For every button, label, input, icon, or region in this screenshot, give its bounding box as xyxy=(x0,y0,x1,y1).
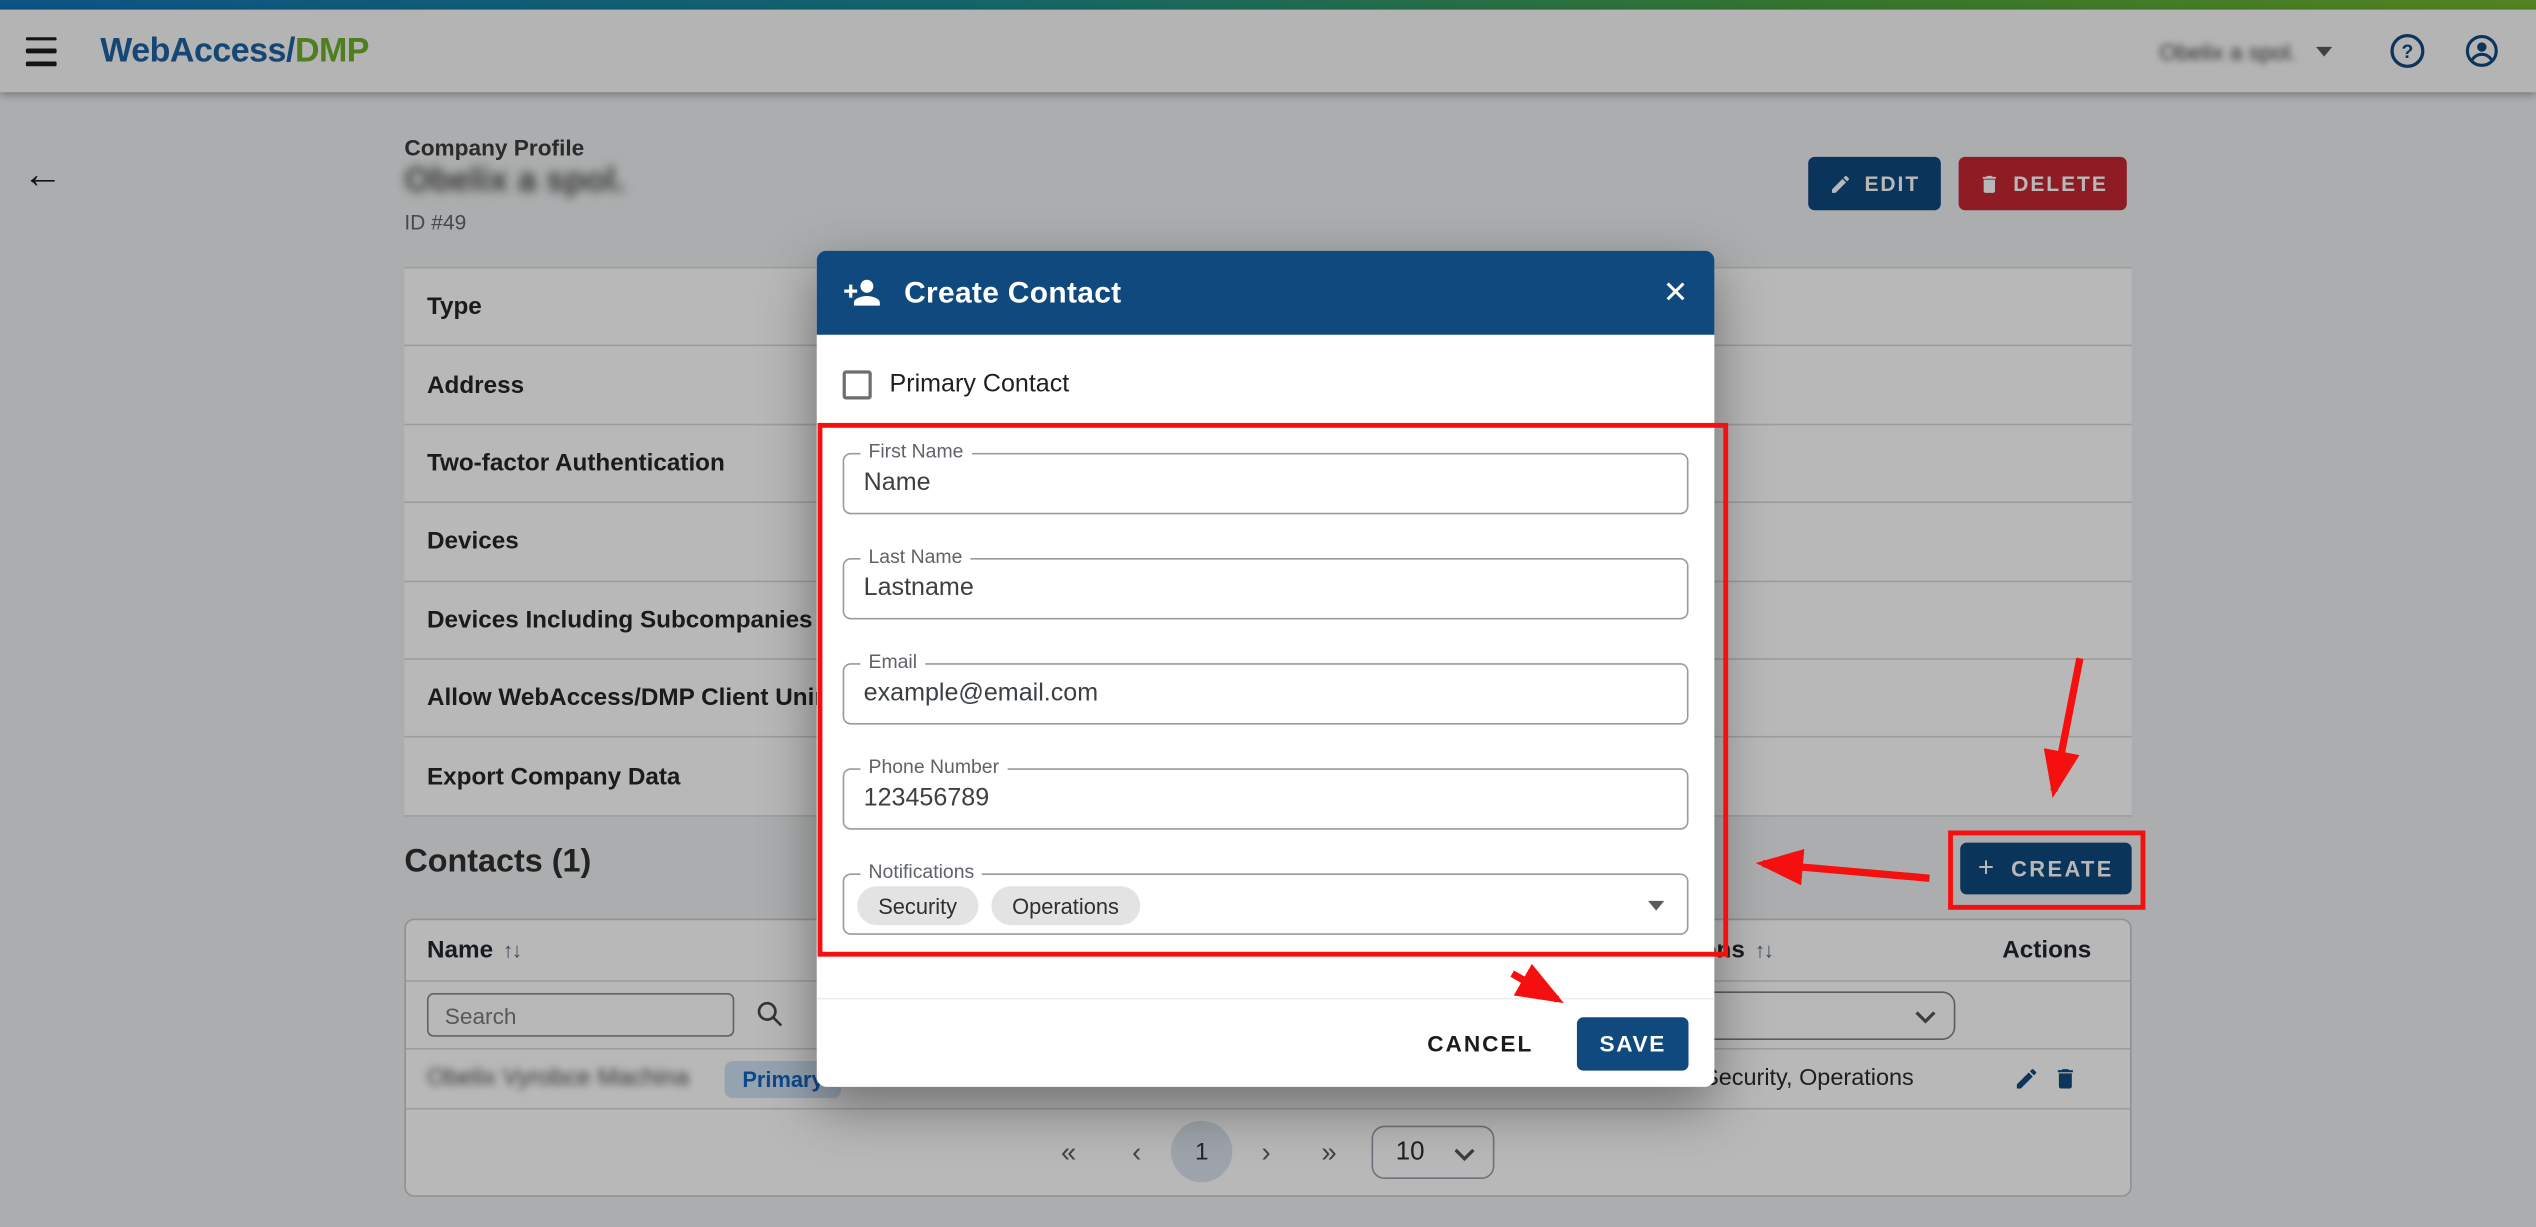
email-label: Email xyxy=(860,650,925,673)
phone-label: Phone Number xyxy=(860,755,1007,778)
modal-footer: CANCEL SAVE xyxy=(817,998,1715,1087)
notifications-field[interactable]: Notifications Security Operations xyxy=(843,873,1689,934)
modal-header: Create Contact ✕ xyxy=(817,251,1715,335)
email-value[interactable]: example@email.com xyxy=(844,665,1687,723)
close-button[interactable]: ✕ xyxy=(1663,277,1689,308)
last-name-value[interactable]: Lastname xyxy=(844,560,1687,618)
last-name-field[interactable]: Last Name Lastname xyxy=(843,558,1689,619)
first-name-field[interactable]: First Name Name xyxy=(843,453,1689,514)
phone-value[interactable]: 123456789 xyxy=(844,770,1687,828)
first-name-value[interactable]: Name xyxy=(844,454,1687,512)
dropdown-caret-icon[interactable] xyxy=(1648,901,1664,911)
create-contact-modal: Create Contact ✕ Primary Contact First N… xyxy=(817,251,1715,1087)
chip-security: Security xyxy=(857,886,978,925)
save-button[interactable]: SAVE xyxy=(1577,1017,1689,1070)
person-add-icon xyxy=(843,273,882,312)
last-name-label: Last Name xyxy=(860,545,970,568)
first-name-label: First Name xyxy=(860,440,971,463)
primary-contact-label: Primary Contact xyxy=(890,370,1070,399)
notifications-label: Notifications xyxy=(860,860,982,883)
phone-field[interactable]: Phone Number 123456789 xyxy=(843,768,1689,829)
modal-title: Create Contact xyxy=(904,275,1121,311)
cancel-button[interactable]: CANCEL xyxy=(1427,1030,1533,1056)
primary-contact-checkbox[interactable] xyxy=(843,370,872,399)
email-field[interactable]: Email example@email.com xyxy=(843,663,1689,724)
chip-operations: Operations xyxy=(991,886,1140,925)
